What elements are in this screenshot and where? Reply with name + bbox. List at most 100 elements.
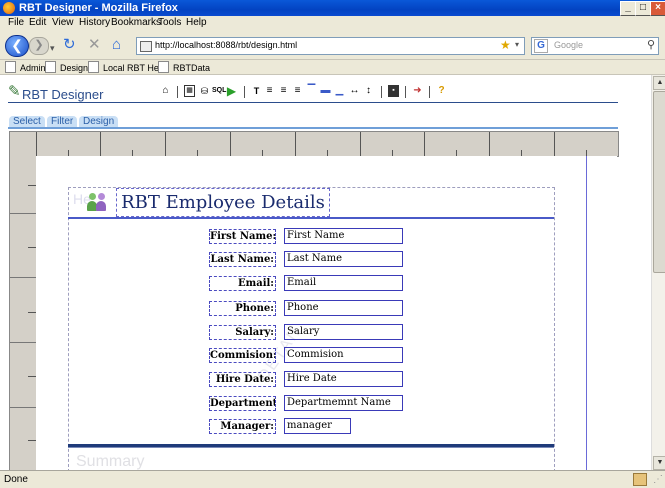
- field-value-email[interactable]: Email: [284, 275, 403, 291]
- field-value-department[interactable]: Departmemnt Name: [284, 395, 403, 411]
- field-label-salary[interactable]: Salary:: [209, 325, 276, 340]
- align-top-icon[interactable]: ▔: [306, 85, 317, 97]
- save-icon[interactable]: ▪: [388, 85, 399, 97]
- bookmark-page-icon: [88, 61, 99, 73]
- toolbar-separator: [429, 86, 430, 98]
- search-engine-icon[interactable]: G: [534, 39, 548, 53]
- menu-tools[interactable]: Tools: [158, 17, 181, 28]
- field-value-phone[interactable]: Phone: [284, 300, 403, 316]
- exit-icon[interactable]: ➜: [412, 85, 423, 97]
- run-icon[interactable]: ▶: [226, 85, 237, 97]
- field-value-hire-date[interactable]: Hire Date: [284, 371, 403, 387]
- url-dropdown-icon[interactable]: ▾: [515, 40, 519, 49]
- field-label-department[interactable]: Department:: [209, 396, 276, 411]
- same-height-icon[interactable]: ↕: [363, 85, 374, 97]
- ruler-row: [10, 407, 36, 408]
- tab-select[interactable]: Select: [9, 116, 45, 127]
- ruler-row: [10, 213, 36, 214]
- stop-icon[interactable]: ✕: [88, 36, 101, 54]
- window-titlebar: RBT Designer - Mozilla Firefox _ □ ×: [0, 0, 665, 16]
- app-title: RBT Designer: [22, 87, 104, 102]
- field-value-commision[interactable]: Commision: [284, 347, 403, 363]
- field-label-last-name[interactable]: Last Name:: [209, 252, 276, 267]
- page-favicon-icon: [140, 41, 152, 52]
- reload-icon[interactable]: ↻: [63, 36, 76, 54]
- bookmark-admin[interactable]: Admin: [5, 61, 46, 73]
- menu-help[interactable]: Help: [186, 17, 207, 28]
- field-value-manager[interactable]: manager: [284, 418, 351, 434]
- home-icon[interactable]: ⌂: [112, 36, 121, 54]
- firefox-logo-icon: [3, 2, 15, 14]
- field-label-phone[interactable]: Phone:: [209, 301, 276, 316]
- menu-edit[interactable]: Edit: [29, 17, 46, 28]
- field-label-manager[interactable]: Manager:: [209, 419, 276, 434]
- maximize-button[interactable]: □: [635, 1, 651, 16]
- ruler-tick: [28, 312, 36, 313]
- close-button[interactable]: ×: [650, 1, 665, 16]
- ruler-column: [165, 132, 166, 156]
- menu-history[interactable]: History: [79, 17, 110, 28]
- history-dropdown-icon[interactable]: ▾: [50, 39, 55, 57]
- tab-filter[interactable]: Filter: [47, 116, 78, 127]
- align-left-icon[interactable]: ≡: [264, 85, 275, 97]
- back-arrow-icon[interactable]: ❮: [5, 35, 29, 57]
- field-label-email[interactable]: Email:: [209, 276, 276, 291]
- ruler-column: [554, 132, 555, 156]
- window-title: RBT Designer - Mozilla Firefox: [19, 2, 178, 14]
- resize-grip-icon[interactable]: ⋰: [653, 474, 663, 485]
- text-tool-icon[interactable]: T: [251, 85, 262, 97]
- ruler-column: [36, 132, 37, 156]
- url-bar[interactable]: http://localhost:8088/rbt/design.html ★ …: [136, 37, 525, 55]
- toolbar-separator: [381, 86, 382, 98]
- report-header-logo[interactable]: He: [73, 191, 111, 213]
- search-bar[interactable]: G Google ⚲: [531, 37, 659, 55]
- search-icon[interactable]: ⚲: [647, 38, 655, 51]
- field-value-last-name[interactable]: Last Name: [284, 251, 403, 267]
- report-title[interactable]: RBT Employee Details: [116, 188, 330, 217]
- scroll-down-arrow-icon[interactable]: ▼: [653, 456, 665, 470]
- ruler-row: [10, 277, 36, 278]
- status-text: Done: [4, 474, 28, 485]
- same-width-icon[interactable]: ↔: [349, 85, 360, 97]
- scrollbar-thumb[interactable]: [653, 91, 665, 273]
- field-value-first-name[interactable]: First Name: [284, 228, 403, 244]
- summary-band-label: Summary: [76, 453, 145, 470]
- field-label-first-name[interactable]: First Name:: [209, 229, 276, 244]
- align-middle-icon[interactable]: ▬: [320, 85, 331, 97]
- sql-query-icon[interactable]: ⛁: [199, 85, 210, 97]
- align-center-icon[interactable]: ≡: [278, 85, 289, 97]
- menu-file[interactable]: File: [8, 17, 24, 28]
- header-divider: [8, 102, 618, 103]
- field-value-salary[interactable]: Salary: [284, 324, 403, 340]
- vertical-scrollbar[interactable]: ▲ ▼: [651, 75, 665, 470]
- align-right-icon[interactable]: ≡: [292, 85, 303, 97]
- ruler-column: [360, 132, 361, 156]
- sql-icon[interactable]: SQL: [212, 85, 226, 97]
- url-text: http://localhost:8088/rbt/design.html: [155, 40, 298, 50]
- ruler-tick: [28, 247, 36, 248]
- table-icon[interactable]: ▦: [184, 85, 195, 97]
- addon-status-icon[interactable]: [633, 473, 647, 486]
- help-icon[interactable]: ?: [436, 85, 447, 97]
- home-icon[interactable]: ⌂: [160, 85, 171, 97]
- pencil-icon: ✎: [8, 83, 21, 100]
- align-bottom-icon[interactable]: ▁: [334, 85, 345, 97]
- bookmark-rbtdata[interactable]: RBTData: [158, 61, 210, 73]
- navigation-bar: ❮ ❯ ▾ ↻ ✕ ⌂ http://localhost:8088/rbt/de…: [0, 31, 665, 60]
- menu-bookmarks[interactable]: Bookmarks: [111, 17, 161, 28]
- forward-arrow-icon[interactable]: ❯: [29, 37, 49, 55]
- page-content: ✎ RBT Designer ⌂ ▦ ⛁ SQL ▶ T ≡ ≡ ≡ ▔ ▬ ▁…: [0, 75, 651, 470]
- field-label-commision[interactable]: Commision:: [209, 348, 276, 363]
- bookmark-design[interactable]: Design: [45, 61, 88, 73]
- tab-design[interactable]: Design: [79, 116, 119, 127]
- bookmark-local-rbt-help[interactable]: Local RBT Help: [88, 61, 166, 73]
- menu-view[interactable]: View: [52, 17, 74, 28]
- minimize-button[interactable]: _: [620, 1, 636, 16]
- toolbar-separator: [177, 86, 178, 98]
- ruler-tick: [28, 376, 36, 377]
- bookmark-star-icon[interactable]: ★: [500, 38, 511, 52]
- ruler-tick: [28, 440, 36, 441]
- field-label-hire-date[interactable]: Hire Date:: [209, 372, 276, 387]
- scroll-up-arrow-icon[interactable]: ▲: [653, 76, 665, 90]
- page-margin-guide: [586, 156, 587, 470]
